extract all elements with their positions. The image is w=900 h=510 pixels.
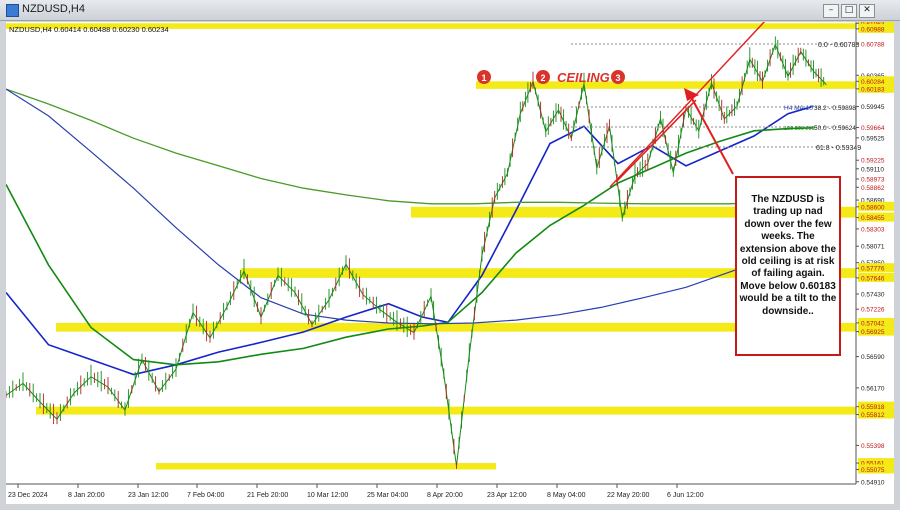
price-tick: 0.60788: [861, 41, 885, 48]
time-tick: 23 Apr 12:00: [487, 492, 527, 499]
marker-3-label: 3: [615, 73, 620, 83]
commentary-box: The NZDUSD is trading up nad down over t…: [735, 176, 841, 356]
price-tick: 0.56590: [861, 354, 885, 361]
marker-2-label: 2: [540, 73, 545, 83]
price-tick: 0.59110: [861, 166, 884, 173]
price-tick: 0.56925: [861, 329, 885, 336]
price-tick: 0.58600: [861, 204, 885, 211]
time-tick: 8 May 04:00: [547, 492, 586, 499]
price-tick: 0.58862: [861, 185, 885, 192]
price-tick: 0.55075: [861, 467, 885, 474]
fib-618-label: 61.8 - 0.59349: [816, 145, 861, 152]
price-tick: 0.59664: [861, 125, 885, 132]
time-tick: 7 Feb 04:00: [187, 492, 224, 499]
zone-5: [36, 406, 856, 415]
price-tick: 0.57430: [861, 291, 885, 298]
chart-icon: [6, 4, 19, 17]
marker-1-label: 1: [481, 73, 486, 83]
time-tick: 22 May 20:00: [607, 492, 650, 499]
time-tick: 23 Jan 12:00: [128, 492, 169, 499]
window-title: NZDUSD,H4: [22, 3, 85, 15]
price-tick: 0.58973: [861, 177, 885, 184]
price-tick: 0.57042: [861, 320, 885, 327]
time-tick: 8 Jan 20:00: [68, 492, 105, 499]
ceiling-label: CEILING: [557, 70, 610, 85]
time-tick: 10 Mar 12:00: [307, 492, 348, 499]
price-tick: 0.59945: [861, 104, 885, 111]
price-tick: 0.59225: [861, 158, 885, 165]
price-tick: 0.57226: [861, 307, 885, 314]
ma200-label: 100 300 200: [784, 126, 815, 132]
title-bar[interactable]: NZDUSD,H4 – □ ✕: [0, 0, 900, 21]
symbol-info: NZDUSD,H4 0.60414 0.60488 0.60230 0.6023…: [9, 25, 169, 34]
price-tick: 0.60988: [861, 26, 885, 33]
price-tick: 0.55812: [861, 412, 885, 419]
fib-0-label: 0.0 - 0.60788: [818, 42, 859, 49]
price-tick: 0.55398: [861, 443, 885, 450]
time-tick: 21 Feb 20:00: [247, 492, 288, 499]
price-tick: 0.54910: [861, 479, 885, 486]
fib-382-label: 38.2 - 0.59898: [814, 105, 856, 112]
minimize-button[interactable]: –: [823, 4, 839, 18]
price-tick: 0.60183: [861, 86, 885, 93]
time-tick: 8 Apr 20:00: [427, 492, 463, 499]
commentary-text: The NZDUSD is trading up nad down over t…: [739, 194, 837, 317]
price-chart[interactable]: 0.0 - 0.60788 H4 MA:10 38.2 - 0.59898 10…: [5, 18, 894, 504]
maximize-button[interactable]: □: [841, 4, 857, 18]
ma100-label: H4 MA:10: [784, 105, 813, 112]
price-tick: 0.58303: [861, 226, 885, 233]
time-tick: 23 Dec 2024: [8, 492, 48, 499]
zone-6: [156, 463, 496, 470]
fib-50-label: 50.0 - 0.59624: [814, 125, 856, 132]
time-tick: 25 Mar 04:00: [367, 492, 408, 499]
close-button[interactable]: ✕: [859, 4, 875, 18]
price-tick: 0.56170: [861, 385, 885, 392]
price-tick: 0.58071: [861, 244, 885, 251]
price-tick: 0.57646: [861, 275, 885, 282]
price-tick: 0.57776: [861, 266, 885, 273]
chart-window: NZDUSD,H4 – □ ✕ 0.0 - 0.60788 H4 MA:10 3…: [0, 0, 900, 510]
time-tick: 6 Jun 12:00: [667, 492, 704, 499]
price-tick: 0.59525: [861, 135, 885, 142]
price-tick: 0.58455: [861, 215, 885, 222]
